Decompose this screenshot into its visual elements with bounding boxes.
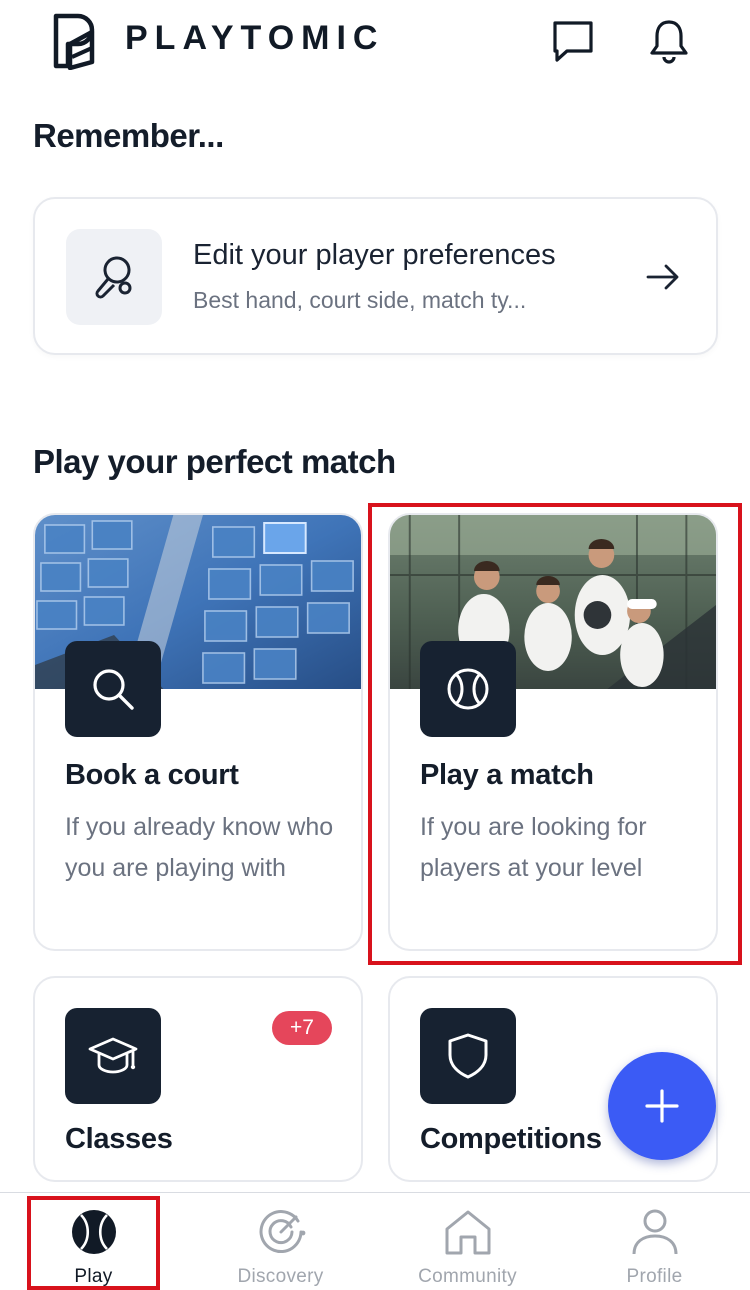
radar-icon: [259, 1210, 305, 1253]
tab-community[interactable]: Community: [374, 1193, 561, 1290]
classes-title: Classes: [65, 1123, 173, 1155]
classes-card[interactable]: +7 Classes: [33, 976, 363, 1182]
ball-icon: [447, 668, 489, 710]
tab-discovery-label: Discovery: [237, 1266, 324, 1287]
chat-icon[interactable]: [551, 18, 595, 64]
shield-icon-tile: [420, 1008, 516, 1104]
book-court-card[interactable]: Book a court If you already know who you…: [33, 513, 363, 951]
home-icon: [445, 1210, 490, 1255]
pref-card-title: Edit your player preferences: [193, 239, 556, 271]
tab-profile-label: Profile: [626, 1266, 683, 1287]
bell-icon[interactable]: [647, 18, 691, 64]
play-match-title: Play a match: [420, 759, 594, 791]
pref-icon-box: [66, 229, 162, 325]
brand-name: PLAYTOMIC: [125, 19, 385, 57]
search-icon-tile: [65, 641, 161, 737]
graduation-cap-icon-tile: [65, 1008, 161, 1104]
shield-icon: [448, 1033, 488, 1079]
tab-discovery[interactable]: Discovery: [187, 1193, 374, 1290]
racket-icon: [95, 256, 132, 299]
competitions-title: Competitions: [420, 1123, 602, 1155]
play-match-description: If you are looking for players at your l…: [420, 813, 647, 882]
tab-profile[interactable]: Profile: [561, 1193, 748, 1290]
play-match-card[interactable]: Play a match If you are looking for play…: [388, 513, 718, 951]
plus-icon: [645, 1089, 679, 1123]
graduation-cap-icon: [88, 1037, 138, 1074]
edit-preferences-card[interactable]: Edit your player preferences Best hand, …: [33, 197, 718, 355]
bottom-tab-bar: Play Discovery Community Profile: [0, 1192, 750, 1290]
search-icon: [93, 669, 134, 710]
play-heading: Play your perfect match: [33, 443, 396, 480]
tab-community-label: Community: [418, 1266, 517, 1287]
classes-count-badge: +7: [272, 1011, 332, 1045]
app-header: PLAYTOMIC: [0, 0, 750, 90]
ball-icon: [71, 1210, 116, 1254]
add-fab-button[interactable]: [608, 1052, 716, 1160]
ball-icon-tile: [420, 641, 516, 737]
tab-play[interactable]: Play: [0, 1193, 187, 1290]
user-icon: [632, 1209, 677, 1255]
book-court-description: If you already know who you are playing …: [65, 813, 334, 882]
tab-play-label: Play: [74, 1266, 113, 1287]
remember-heading: Remember...: [33, 117, 224, 154]
pref-card-subtitle: Best hand, court side, match ty...: [193, 287, 527, 313]
playtomic-logo-icon[interactable]: [52, 12, 98, 70]
arrow-right-icon[interactable]: [645, 259, 681, 295]
book-court-title: Book a court: [65, 759, 239, 791]
